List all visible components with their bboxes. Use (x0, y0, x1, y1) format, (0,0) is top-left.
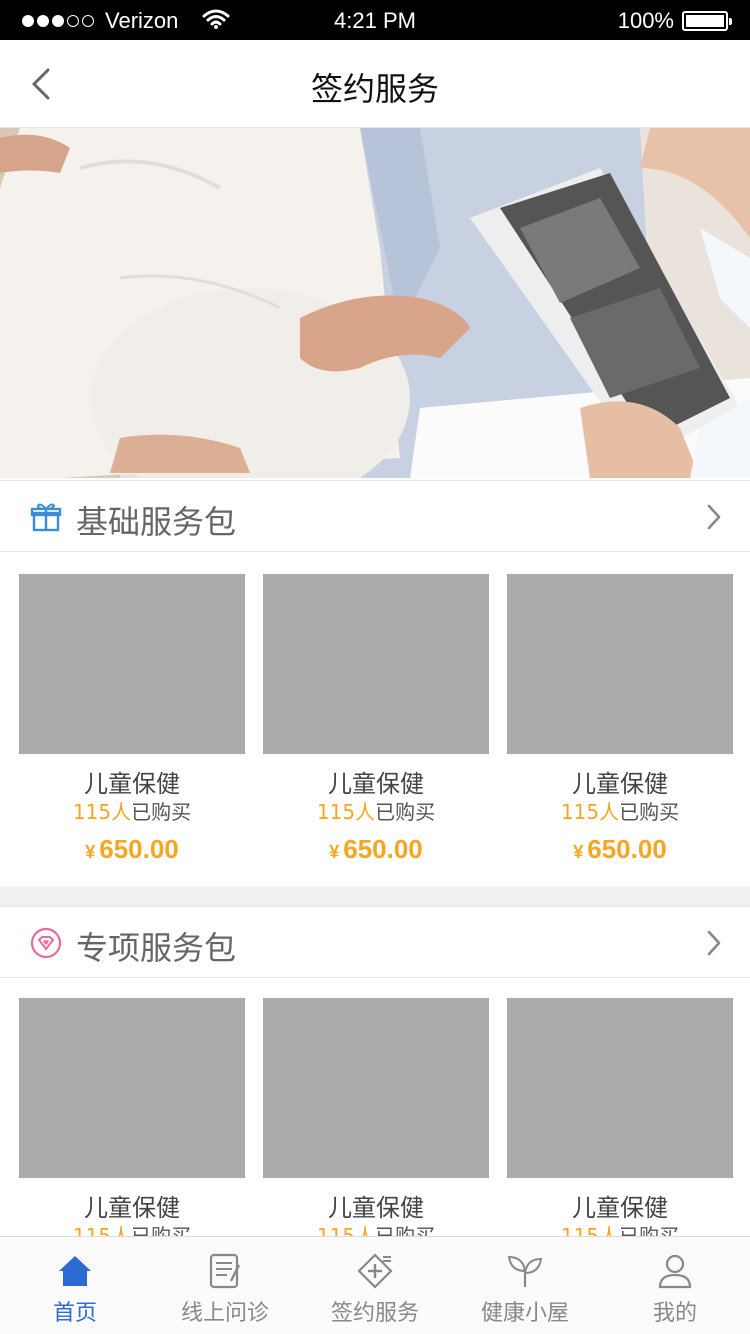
tab-bar: 首页 线上问诊 签约服务 健康小屋 我的 (0, 1236, 750, 1334)
diamond-heart-icon (30, 927, 62, 959)
tab-home[interactable]: 首页 (0, 1237, 150, 1334)
product-grid-special: 儿童保健 115人已购买 儿童保健 115人已购买 儿童保健 115人已购买 (0, 978, 750, 1236)
chevron-right-icon[interactable] (706, 503, 722, 531)
product-name: 儿童保健 (328, 770, 424, 798)
product-price: ¥650.00 (85, 834, 179, 864)
section-divider (0, 886, 750, 906)
product-image-placeholder (263, 574, 489, 754)
product-card[interactable]: 儿童保健 115人已购买 ¥650.00 (19, 574, 245, 865)
battery-icon (682, 11, 732, 31)
section-title: 专项服务包 (76, 929, 237, 967)
product-image-placeholder (507, 998, 733, 1178)
buyer-count: 115人已购买 (560, 1224, 680, 1236)
product-card[interactable]: 儿童保健 115人已购买 ¥650.00 (507, 574, 733, 865)
buyer-count: 115人已购买 (72, 800, 192, 824)
consult-icon (209, 1253, 241, 1289)
leaf-icon (507, 1255, 543, 1287)
buyer-count: 115人已购买 (560, 800, 680, 824)
product-card[interactable]: 儿童保健 115人已购买 (19, 998, 245, 1236)
buyer-count: 115人已购买 (72, 1224, 192, 1236)
tab-mine[interactable]: 我的 (600, 1237, 750, 1334)
gift-icon (30, 503, 62, 532)
chevron-right-icon[interactable] (706, 929, 722, 957)
tab-label: 签约服务 (330, 1301, 419, 1326)
product-grid-basic: 儿童保健 115人已购买 ¥650.00 儿童保健 115人已购买 ¥650.0… (0, 552, 750, 886)
product-image-placeholder (263, 998, 489, 1178)
buyer-count: 115人已购买 (316, 800, 436, 824)
product-card[interactable]: 儿童保健 115人已购买 (263, 998, 489, 1236)
page-title: 签约服务 (310, 70, 439, 108)
tab-label: 健康小屋 (480, 1301, 569, 1326)
pregnancy-photo (0, 128, 750, 478)
user-icon (658, 1254, 692, 1289)
product-image-placeholder (19, 574, 245, 754)
hero-banner-image (0, 128, 750, 478)
home-icon (59, 1256, 91, 1286)
product-name: 儿童保健 (84, 770, 180, 798)
battery-label: 100% (617, 8, 674, 33)
section-header-basic[interactable]: 基础服务包 (0, 480, 750, 552)
tab-health-house[interactable]: 健康小屋 (450, 1237, 600, 1334)
tab-online-consult[interactable]: 线上问诊 (150, 1237, 300, 1334)
product-name: 儿童保健 (328, 1194, 424, 1222)
product-name: 儿童保健 (84, 1194, 180, 1222)
product-card[interactable]: 儿童保健 115人已购买 ¥650.00 (263, 574, 489, 865)
product-price: ¥650.00 (329, 834, 423, 864)
navigation-bar: 签约服务 (0, 40, 750, 128)
product-image-placeholder (19, 998, 245, 1178)
tab-label: 首页 (52, 1301, 97, 1326)
product-name: 儿童保健 (572, 770, 668, 798)
tab-sign-service[interactable]: 签约服务 (300, 1237, 450, 1334)
product-name: 儿童保健 (572, 1194, 668, 1222)
status-bar: Verizon 4:21 PM 100% (0, 0, 750, 40)
product-image-placeholder (507, 574, 733, 754)
section-header-special[interactable]: 专项服务包 (0, 906, 750, 978)
section-title: 基础服务包 (76, 503, 237, 541)
product-price: ¥650.00 (573, 834, 667, 864)
product-card[interactable]: 儿童保健 115人已购买 (507, 998, 733, 1236)
sign-service-icon (357, 1253, 393, 1289)
tab-label: 线上问诊 (180, 1301, 269, 1326)
tab-label: 我的 (652, 1301, 697, 1326)
battery-group: 100% (617, 8, 732, 34)
buyer-count: 115人已购买 (316, 1224, 436, 1236)
